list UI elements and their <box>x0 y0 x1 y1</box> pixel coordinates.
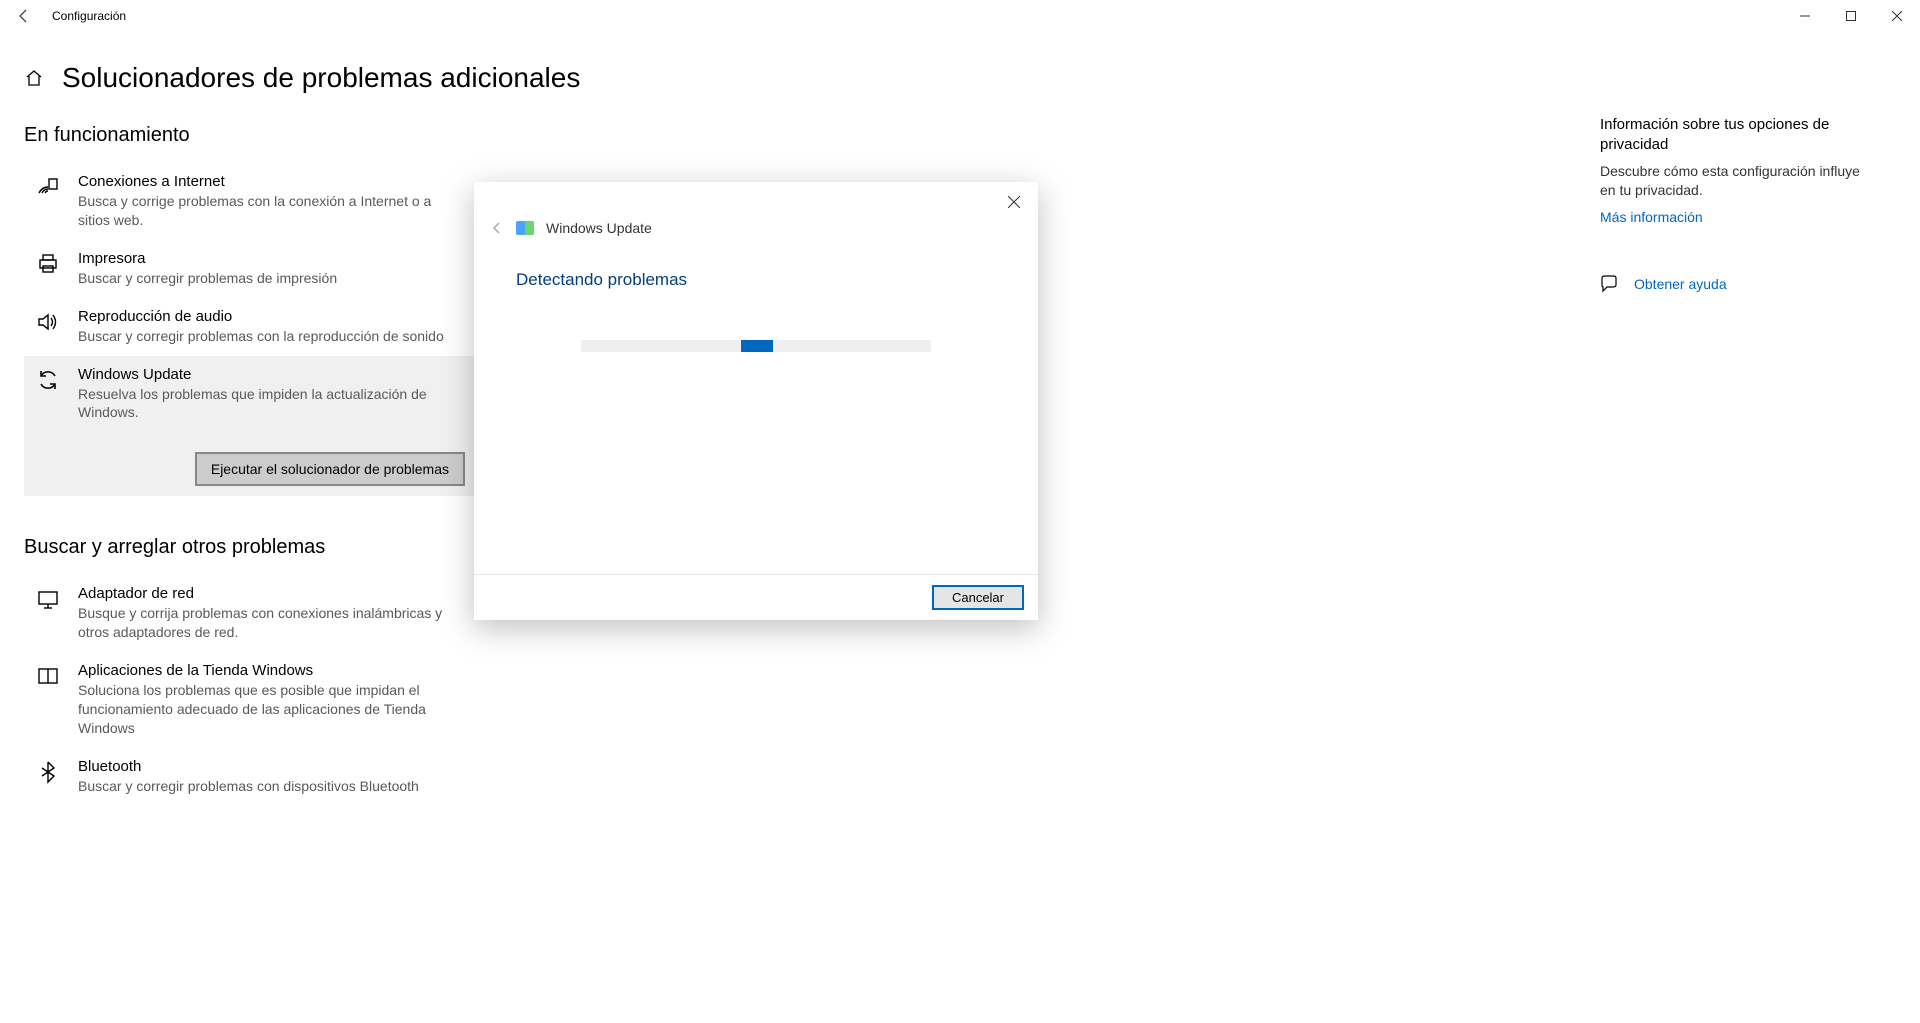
more-info-link[interactable]: Más información <box>1600 209 1860 225</box>
troubleshooter-title: Reproducción de audio <box>78 308 467 325</box>
troubleshooter-desc: Buscar y corregir problemas con disposit… <box>78 777 467 796</box>
troubleshooter-desc: Busque y corrija problemas con conexione… <box>78 604 467 642</box>
page-title: Solucionadores de problemas adicionales <box>62 62 580 94</box>
bluetooth-icon <box>36 760 60 784</box>
troubleshooter-network-adapter[interactable]: Adaptador de red Busque y corrija proble… <box>24 575 479 652</box>
run-troubleshooter-button[interactable]: Ejecutar el solucionador de problemas <box>195 452 465 486</box>
printer-icon <box>36 252 60 276</box>
privacy-heading: Información sobre tus opciones de privac… <box>1600 115 1860 156</box>
dialog-back-button[interactable] <box>490 221 504 235</box>
dialog-heading: Detectando problemas <box>516 270 996 290</box>
troubleshooter-desc: Buscar y corregir problemas de impresión <box>78 269 467 288</box>
troubleshooter-title: Windows Update <box>78 366 467 383</box>
troubleshooter-store-apps[interactable]: Aplicaciones de la Tienda Windows Soluci… <box>24 652 479 748</box>
progress-bar <box>581 340 931 352</box>
troubleshooter-desc: Buscar y corregir problemas con la repro… <box>78 327 467 346</box>
monitor-icon <box>36 587 60 611</box>
home-icon[interactable] <box>24 68 44 88</box>
dialog-title: Windows Update <box>546 220 652 236</box>
cancel-button[interactable]: Cancelar <box>932 585 1024 610</box>
troubleshooter-bluetooth[interactable]: Bluetooth Buscar y corregir problemas co… <box>24 748 479 806</box>
get-help-link[interactable]: Obtener ayuda <box>1634 276 1727 292</box>
troubleshooter-audio[interactable]: Reproducción de audio Buscar y corregir … <box>24 298 479 356</box>
speaker-icon <box>36 310 60 334</box>
troubleshooter-windows-update[interactable]: Windows Update Resuelva los problemas qu… <box>24 356 479 497</box>
back-button[interactable] <box>16 8 32 24</box>
minimize-button[interactable] <box>1782 0 1828 32</box>
troubleshooter-title: Conexiones a Internet <box>78 173 467 190</box>
troubleshooter-printer[interactable]: Impresora Buscar y corregir problemas de… <box>24 240 479 298</box>
window-controls <box>1782 0 1920 32</box>
troubleshooter-title: Adaptador de red <box>78 585 467 602</box>
internet-icon <box>36 175 60 199</box>
page-header: Solucionadores de problemas adicionales <box>24 62 1224 94</box>
troubleshooter-title: Bluetooth <box>78 758 467 775</box>
dialog-close-button[interactable] <box>996 188 1032 216</box>
progress-indicator <box>741 340 773 352</box>
troubleshooter-dialog: Windows Update Detectando problemas Canc… <box>474 182 1038 620</box>
sync-icon <box>36 368 60 392</box>
troubleshooter-title: Aplicaciones de la Tienda Windows <box>78 662 467 679</box>
troubleshooter-desc: Resuelva los problemas que impiden la ac… <box>78 385 467 423</box>
close-button[interactable] <box>1874 0 1920 32</box>
sidebar-right: Información sobre tus opciones de privac… <box>1600 115 1860 293</box>
troubleshooter-internet[interactable]: Conexiones a Internet Busca y corrige pr… <box>24 163 479 240</box>
privacy-desc: Descubre cómo esta configuración influye… <box>1600 162 1860 201</box>
window-title: Configuración <box>52 9 126 23</box>
help-icon <box>1600 275 1618 293</box>
shield-icon <box>516 221 534 235</box>
titlebar: Configuración <box>0 0 1920 32</box>
section-running: En funcionamiento <box>24 124 1224 147</box>
app-window-icon <box>36 664 60 688</box>
troubleshooter-title: Impresora <box>78 250 467 267</box>
maximize-button[interactable] <box>1828 0 1874 32</box>
troubleshooter-desc: Busca y corrige problemas con la conexió… <box>78 192 467 230</box>
troubleshooter-desc: Soluciona los problemas que es posible q… <box>78 681 467 738</box>
